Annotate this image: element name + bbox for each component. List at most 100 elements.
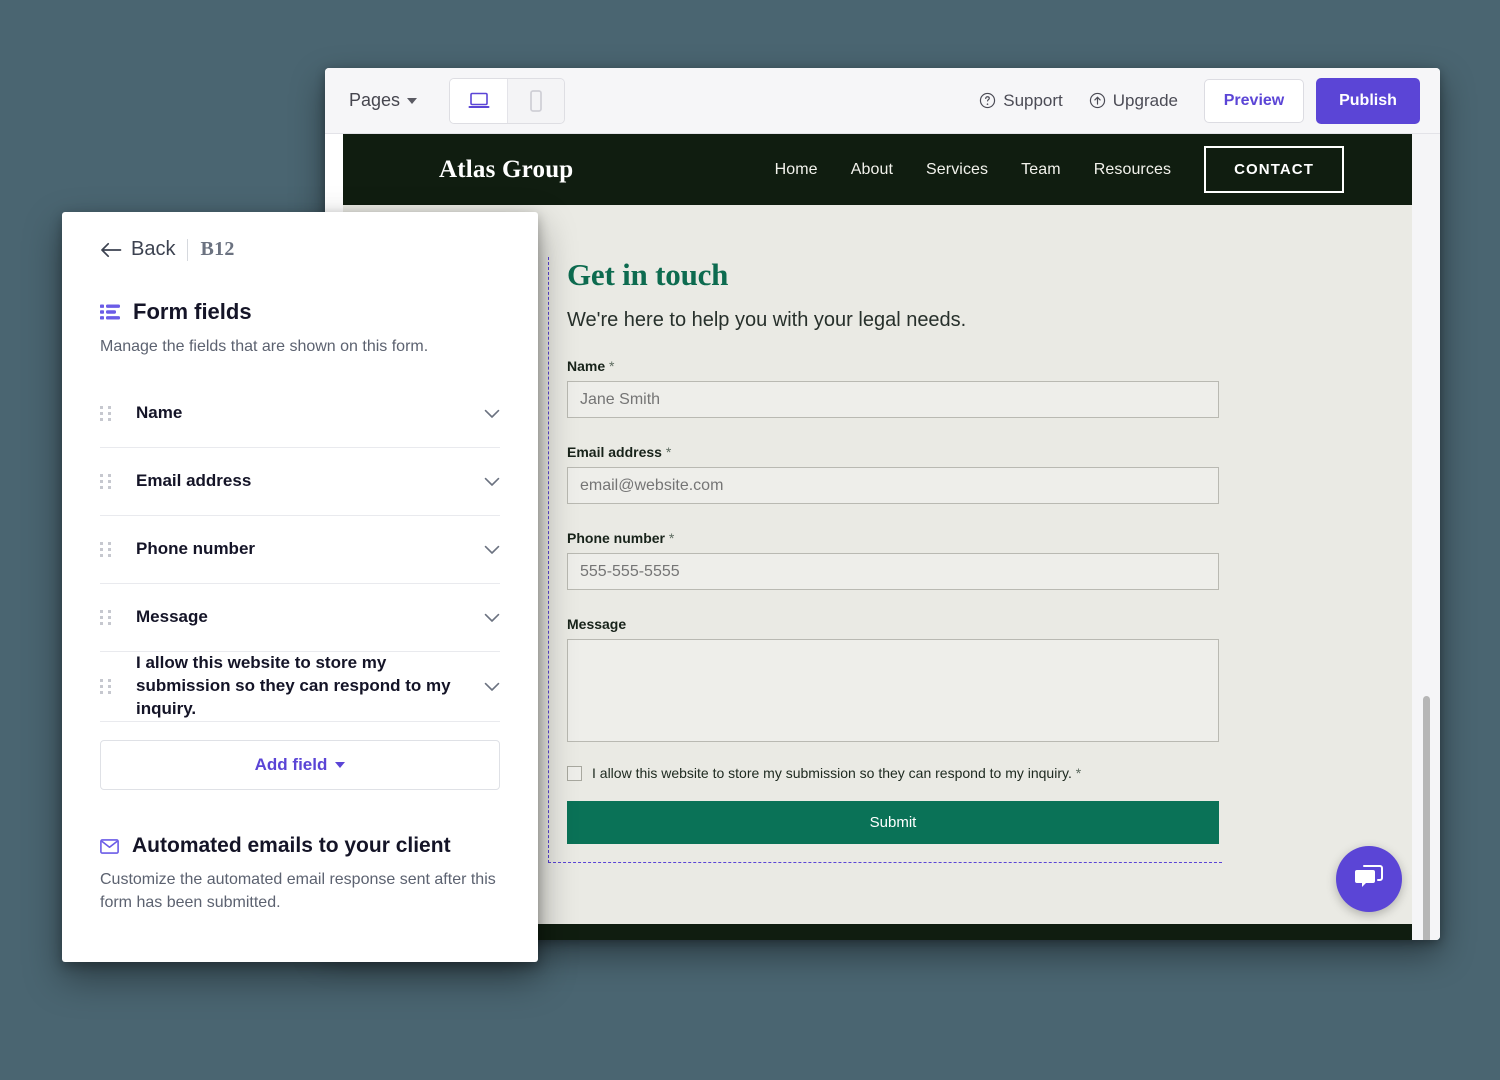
site-header: Atlas Group Home About Services Team Res… bbox=[343, 134, 1422, 205]
panel-content: Back B12 Form fields Manage the fields t… bbox=[62, 212, 538, 914]
field-email: Email address * bbox=[567, 444, 1222, 504]
phone-input[interactable] bbox=[567, 553, 1219, 590]
required-marker: * bbox=[1075, 765, 1082, 781]
support-label: Support bbox=[1003, 90, 1063, 110]
form-fields-description: Manage the fields that are shown on this… bbox=[100, 338, 429, 355]
chevron-down-icon bbox=[407, 97, 418, 104]
automated-emails-section: Automated emails to your client Customiz… bbox=[100, 834, 500, 914]
field-list-item-message[interactable]: Message bbox=[100, 584, 500, 653]
chevron-down-icon[interactable] bbox=[484, 613, 500, 623]
panel-header: Back B12 bbox=[100, 238, 500, 261]
drag-handle-icon[interactable] bbox=[100, 679, 112, 695]
preview-button[interactable]: Preview bbox=[1204, 78, 1304, 123]
drag-handle-icon[interactable] bbox=[100, 406, 112, 422]
field-email-label: Email address * bbox=[567, 444, 1222, 460]
field-name: Name * bbox=[567, 358, 1222, 418]
form-fields-heading: Form fields bbox=[100, 299, 500, 325]
form-headline: Get in touch bbox=[567, 257, 729, 292]
automated-emails-heading: Automated emails to your client bbox=[100, 834, 500, 858]
consent-checkbox[interactable] bbox=[567, 766, 582, 781]
field-item-label: Message bbox=[136, 607, 208, 627]
field-item-label: Name bbox=[136, 403, 183, 423]
preview-scrollbar-thumb[interactable] bbox=[1423, 696, 1430, 940]
automated-emails-title: Automated emails to your client bbox=[132, 834, 451, 857]
field-list-item-phone[interactable]: Phone number bbox=[100, 516, 500, 585]
field-name-label: Name * bbox=[567, 358, 1222, 374]
support-link[interactable]: Support bbox=[979, 91, 1063, 111]
field-message-label: Message bbox=[567, 616, 1222, 632]
nav-item-services[interactable]: Services bbox=[926, 161, 988, 179]
consent-text: I allow this website to store my submiss… bbox=[592, 765, 1072, 781]
drag-handle-icon[interactable] bbox=[100, 474, 112, 490]
email-input[interactable] bbox=[567, 467, 1219, 504]
pages-label: Pages bbox=[349, 90, 401, 110]
publish-button[interactable]: Publish bbox=[1316, 77, 1420, 124]
list-icon bbox=[100, 304, 120, 320]
chevron-down-icon[interactable] bbox=[484, 545, 500, 555]
nav-contact-button[interactable]: CONTACT bbox=[1204, 146, 1344, 193]
chat-widget-button[interactable] bbox=[1336, 846, 1402, 912]
form-settings-panel: Back B12 Form fields Manage the fields t… bbox=[62, 212, 538, 962]
site-nav: Home About Services Team Resources CONTA… bbox=[775, 146, 1422, 193]
chat-bubble-icon bbox=[1355, 865, 1383, 887]
upgrade-label: Upgrade bbox=[1112, 90, 1178, 110]
form-subhead: We're here to help you with your legal n… bbox=[567, 309, 967, 331]
pages-dropdown[interactable]: Pages bbox=[343, 86, 423, 115]
b12-logo: B12 bbox=[200, 238, 235, 260]
back-button[interactable]: Back bbox=[100, 238, 175, 261]
view-toggle bbox=[449, 77, 566, 124]
desktop-view-button[interactable] bbox=[450, 78, 508, 123]
field-item-label: Phone number bbox=[136, 539, 256, 559]
nav-item-about[interactable]: About bbox=[851, 161, 893, 179]
field-item-label: Email address bbox=[136, 471, 252, 491]
consent-row: I allow this website to store my submiss… bbox=[567, 765, 1222, 781]
consent-label: I allow this website to store my submiss… bbox=[592, 765, 1081, 781]
chevron-down-icon[interactable] bbox=[484, 682, 500, 692]
mobile-icon bbox=[530, 89, 542, 112]
submit-button[interactable]: Submit bbox=[567, 801, 1219, 844]
label-text: Email address bbox=[567, 444, 662, 460]
field-list-item-consent[interactable]: I allow this website to store my submiss… bbox=[100, 652, 500, 722]
nav-item-home[interactable]: Home bbox=[775, 161, 818, 179]
site-brand: Atlas Group bbox=[439, 155, 574, 183]
chevron-down-icon[interactable] bbox=[484, 409, 500, 419]
field-phone-label: Phone number * bbox=[567, 530, 1222, 546]
arrow-left-icon bbox=[101, 242, 122, 257]
required-marker: * bbox=[609, 358, 615, 374]
add-field-label: Add field bbox=[254, 755, 328, 774]
required-marker: * bbox=[665, 444, 672, 460]
message-textarea[interactable] bbox=[567, 639, 1219, 742]
chevron-down-icon[interactable] bbox=[484, 477, 500, 487]
label-text: Phone number bbox=[567, 530, 666, 546]
laptop-icon bbox=[468, 92, 490, 108]
label-text: Name bbox=[567, 358, 606, 374]
divider bbox=[187, 238, 189, 261]
back-label: Back bbox=[131, 238, 176, 260]
builder-toolbar: Pages Support Upgrade Preview Publish bbox=[325, 68, 1440, 134]
arrow-up-circle-icon bbox=[1089, 92, 1105, 109]
automated-emails-description: Customize the automated email response s… bbox=[100, 871, 496, 912]
screen: Pages Support Upgrade Preview Publish At… bbox=[0, 0, 1500, 1080]
name-input[interactable] bbox=[567, 381, 1219, 418]
mobile-view-button[interactable] bbox=[507, 78, 565, 123]
field-list-item-name[interactable]: Name bbox=[100, 380, 500, 449]
form-fields-title: Form fields bbox=[133, 299, 252, 324]
envelope-icon bbox=[100, 838, 119, 854]
drag-handle-icon[interactable] bbox=[100, 610, 112, 626]
field-phone: Phone number * bbox=[567, 530, 1222, 590]
add-field-button[interactable]: Add field bbox=[100, 740, 500, 790]
upgrade-link[interactable]: Upgrade bbox=[1089, 91, 1178, 111]
drag-handle-icon[interactable] bbox=[100, 542, 112, 558]
form-fields-list: Name Email address Phone number Message … bbox=[100, 380, 500, 722]
nav-item-team[interactable]: Team bbox=[1021, 161, 1061, 179]
field-list-item-email[interactable]: Email address bbox=[100, 448, 500, 517]
question-circle-icon bbox=[980, 92, 996, 109]
field-message: Message bbox=[567, 616, 1222, 747]
toolbar-actions: Support Upgrade Preview Publish bbox=[979, 77, 1420, 124]
nav-item-resources[interactable]: Resources bbox=[1094, 161, 1171, 179]
contact-form-block[interactable]: Get in touch We're here to help you with… bbox=[548, 257, 1222, 863]
required-marker: * bbox=[668, 530, 675, 546]
label-text: Message bbox=[567, 616, 627, 632]
field-item-label: I allow this website to store my submiss… bbox=[136, 653, 451, 719]
chevron-down-icon bbox=[335, 762, 346, 768]
